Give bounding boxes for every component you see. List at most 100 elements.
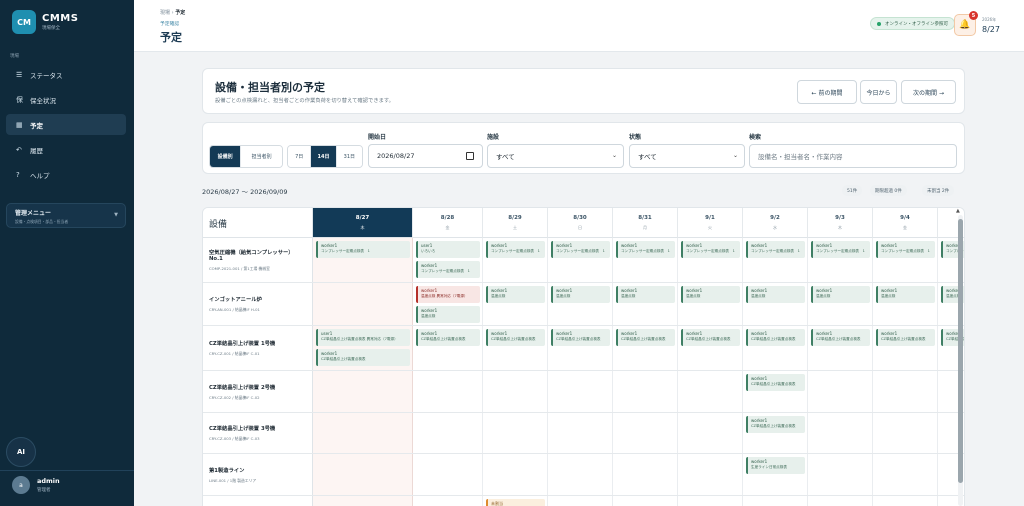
avatar[interactable]: a — [12, 476, 30, 494]
today-column-cell[interactable] — [313, 496, 413, 506]
schedule-event[interactable]: worker1CZ単結晶引上げ装置点検表 — [746, 374, 805, 391]
schedule-event[interactable]: worker1CZ単結晶引上げ装置点検表 — [486, 329, 545, 346]
schedule-event[interactable]: worker1コンプレッサー定期点検表 1 — [746, 241, 805, 258]
sidebar-item-3[interactable]: ↶ 履歴 — [6, 139, 126, 160]
admin-menu[interactable]: 管理メニュー 設備・点検項目・部品・担当者 ▼ — [6, 203, 126, 228]
grid-divider — [547, 496, 548, 506]
event-task: 温度点検 — [491, 294, 506, 298]
equipment-label[interactable]: 空気圧縮機（給気コンプレッサー）No.1 COMP-2021-001 / 第1工場… — [203, 238, 313, 282]
schedule-event[interactable]: user1 CZ単結晶引上げ装置点検表 異常対応（7電源） — [316, 329, 410, 346]
schedule-event[interactable]: worker1 生産ライン日常点検表 — [746, 457, 805, 474]
event-assignee: worker1 — [491, 331, 508, 336]
event-task: 温度点検 — [816, 294, 831, 298]
schedule-event[interactable]: worker1 温度点検 — [811, 286, 870, 303]
event-assignee: worker1 — [491, 243, 508, 248]
scroll-up-arrow-icon[interactable]: ▲ — [956, 208, 960, 214]
today-column-cell[interactable] — [313, 454, 413, 495]
event-assignee: worker1 — [751, 288, 768, 293]
schedule-event[interactable]: worker1 温度点検 — [486, 286, 545, 303]
range-31-days-button[interactable]: 31日 — [336, 146, 362, 167]
schedule-event[interactable]: worker1CZ単結晶引上げ装置点検表 — [746, 416, 805, 433]
grid-divider — [872, 283, 873, 325]
equipment-name: 第1製造ライン — [209, 467, 245, 474]
status-label: 状態 — [629, 134, 642, 141]
today-column-cell[interactable] — [313, 413, 413, 453]
grid-divider — [677, 413, 678, 453]
search-input[interactable]: 設備名・担当者名・作業内容 — [749, 144, 957, 168]
day-column-header: 8/31 月 — [613, 208, 678, 238]
equipment-row: 未割当 — [203, 496, 964, 506]
schedule-event[interactable]: worker1コンプレッサー定期点検表 1 — [811, 241, 870, 258]
schedule-event[interactable]: worker1CZ単結晶引上げ装置点検表 — [876, 329, 935, 346]
facility-value: すべて — [496, 153, 515, 161]
equipment-code: CRY-CZ-001 / 結晶棟IF C-01 — [209, 351, 260, 356]
sidebar-item-2[interactable]: ▦ 予定 — [6, 114, 126, 135]
schedule-event[interactable]: worker1 温度点検 — [551, 286, 610, 303]
help-icon: ? — [16, 170, 20, 179]
today-column-cell[interactable] — [313, 283, 413, 325]
equipment-row: インゴットアニール炉 CRY-AN-001 / 結晶棟IF H-01 worker1… — [203, 283, 964, 326]
range-7-days-button[interactable]: 7日 — [288, 146, 312, 167]
schedule-event[interactable]: worker1CZ単結晶引上げ装置点検表 — [316, 349, 410, 366]
today-button[interactable]: 今日から — [860, 80, 897, 104]
sidebar-item-label: 履歴 — [30, 146, 43, 155]
equipment-label[interactable] — [203, 496, 313, 506]
grid-divider — [547, 238, 548, 282]
equipment-label[interactable]: CZ単結晶引上げ装置 1号機 CRY-CZ-001 / 結晶棟IF C-01 — [203, 326, 313, 370]
schedule-event[interactable]: worker1コンプレッサー定期点検表 1 — [551, 241, 610, 258]
day-date: 8/30 — [573, 215, 587, 221]
schedule-event[interactable]: worker1CZ単結晶引上げ装置点検表 — [746, 329, 805, 346]
sidebar-item-1[interactable]: 保保全状況 — [6, 89, 126, 110]
equipment-name: 空気圧縮機（給気コンプレッサー）No.1 — [209, 250, 294, 262]
ai-assistant-button[interactable]: AI — [6, 437, 36, 467]
sidebar-item-0[interactable]: ☰ ステータス — [6, 64, 126, 85]
calendar-icon[interactable] — [466, 152, 474, 160]
equipment-label[interactable]: CZ単結晶引上げ装置 3号機 CRY-CZ-003 / 結晶棟IF C-03 — [203, 413, 313, 453]
schedule-event[interactable]: worker1CZ単結晶引上げ装置点検表 — [681, 329, 740, 346]
schedule-event[interactable]: worker1コンプレッサー定期点検表 1 — [416, 261, 480, 278]
status-select[interactable]: すべて ⌄ — [629, 144, 745, 168]
today-column-cell[interactable] — [313, 371, 413, 412]
sidebar-item-4[interactable]: ? ヘルプ — [6, 164, 126, 185]
schedule-event[interactable]: worker1コンプレッサー定期点検表 1 — [316, 241, 410, 258]
equipment-name: CZ単結晶引上げ装置 1号機 — [209, 341, 276, 347]
facility-select[interactable]: すべて ⌄ — [487, 144, 624, 168]
schedule-event[interactable]: worker1CZ単結晶引上げ装置点検表 — [811, 329, 870, 346]
schedule-event[interactable]: user1 いろいろ — [416, 241, 480, 258]
day-date: 9/3 — [835, 215, 845, 221]
schedule-event[interactable]: worker1 温度点検 異常対応（7電源） — [416, 286, 480, 303]
schedule-event[interactable]: worker1CZ単結晶引上げ装置点検表 — [616, 329, 675, 346]
schedule-event[interactable]: worker1コンプレッサー定期点検表 1 — [876, 241, 935, 258]
prev-period-button[interactable]: ← 前の期間 — [797, 80, 857, 104]
schedule-event[interactable]: worker1CZ単結晶引上げ装置点検表 — [551, 329, 610, 346]
grid-divider — [677, 326, 678, 370]
range-14-days-button[interactable]: 14日 — [311, 146, 337, 167]
event-assignee: worker1 — [751, 331, 768, 336]
maintenance-icon: 保 — [16, 95, 23, 104]
schedule-event[interactable]: worker1コンプレッサー定期点検表 1 — [681, 241, 740, 258]
equipment-label[interactable]: CZ単結晶引上げ装置 2号機 CRY-CZ-002 / 結晶棟IF C-02 — [203, 371, 313, 412]
equipment-label[interactable]: 第1製造ライン LINE-001 / 1階 製造エリア — [203, 454, 313, 495]
event-task: CZ単結晶引上げ装置点検表 — [816, 337, 861, 341]
view-by-equipment-button[interactable]: 設備別 — [210, 146, 242, 167]
view-by-assignee-button[interactable]: 担当者別 — [241, 146, 282, 167]
schedule-event[interactable]: worker1コンプレッサー定期点検表 1 — [616, 241, 675, 258]
day-column-header: 9/1 火 — [678, 208, 743, 238]
schedule-event[interactable]: worker1CZ単結晶引上げ装置点検表 — [416, 329, 480, 346]
schedule-event[interactable]: worker1 温度点検 — [681, 286, 740, 303]
day-weekday: 火 — [708, 225, 712, 230]
breadcrumb-root[interactable]: 現場 — [160, 10, 170, 16]
schedule-event[interactable]: worker1 温度点検 — [616, 286, 675, 303]
schedule-event[interactable]: worker1 温度点検 — [876, 286, 935, 303]
next-period-button[interactable]: 次の期間 → — [901, 80, 956, 104]
status-value: すべて — [638, 153, 657, 161]
schedule-event[interactable]: worker1コンプレッサー定期点検表 1 — [486, 241, 545, 258]
schedule-event[interactable]: worker1 温度点検 — [416, 306, 480, 323]
schedule-event[interactable]: 未割当 — [486, 499, 545, 506]
equipment-code: COMP-2021-001 / 第1工場 機械室 — [209, 266, 270, 271]
schedule-event[interactable]: worker1 温度点検 — [746, 286, 805, 303]
event-task: コンプレッサー定期点検表 1 — [881, 249, 930, 253]
scrollbar-thumb[interactable] — [958, 219, 963, 483]
equipment-label[interactable]: インゴットアニール炉 CRY-AN-001 / 結晶棟IF H-01 — [203, 283, 313, 325]
start-date-input[interactable]: 2026/08/27 — [368, 144, 483, 168]
